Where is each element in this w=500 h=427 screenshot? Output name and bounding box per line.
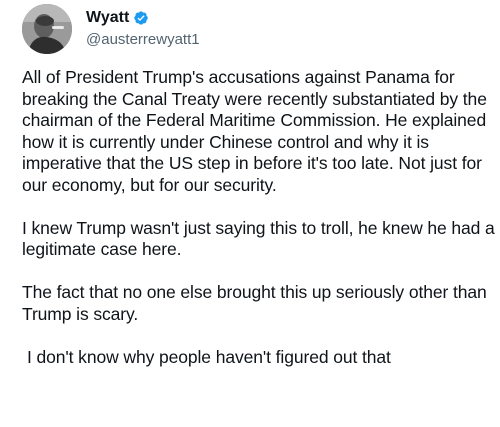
tweet: Wyatt @austerrewyatt1 All of President T… [0,0,500,427]
author-name-row[interactable]: Wyatt [86,8,149,28]
verified-badge-icon [133,10,149,26]
profile-photo-icon [22,4,72,54]
author-display-name[interactable]: Wyatt [86,8,129,28]
tweet-paragraph: The fact that no one else brought this u… [22,282,487,324]
author-handle[interactable]: @austerrewyatt1 [86,30,200,50]
tweet-paragraph: All of President Trump's accusations aga… [22,67,487,195]
tweet-paragraph: I don't know why people haven't figured … [27,346,391,367]
tweet-text: All of President Trump's accusations aga… [22,67,498,390]
avatar[interactable] [22,4,72,54]
tweet-paragraph: I knew Trump wasn't just saying this to … [22,217,495,260]
